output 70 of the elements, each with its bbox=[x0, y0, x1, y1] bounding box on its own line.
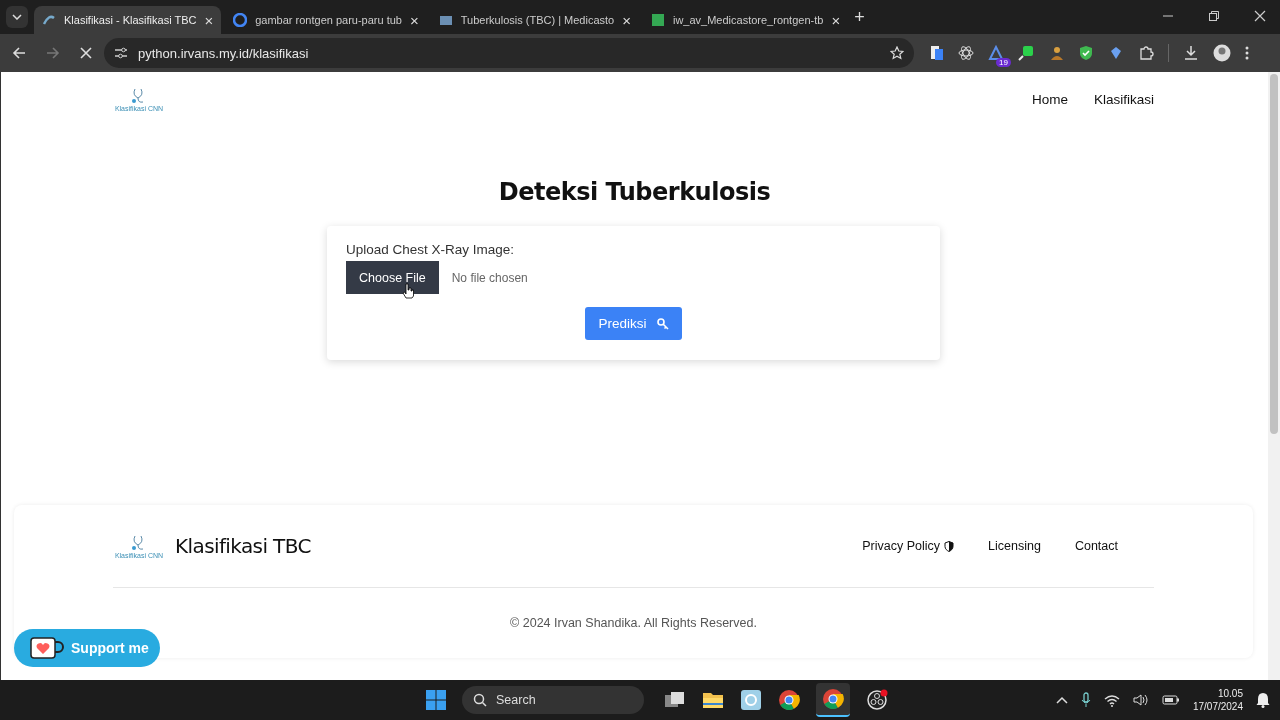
site-settings-icon[interactable] bbox=[114, 47, 128, 59]
menu-icon[interactable] bbox=[1245, 46, 1249, 60]
triangle-icon[interactable] bbox=[988, 45, 1004, 61]
clock-date[interactable]: 17/07/2024 bbox=[1192, 700, 1243, 713]
file-status: No file chosen bbox=[451, 270, 528, 285]
close-tab-button[interactable]: × bbox=[204, 12, 214, 28]
favicon-icon bbox=[233, 13, 248, 27]
shield-check-icon[interactable] bbox=[1078, 45, 1094, 61]
browser-tab[interactable]: gambar rontgen paru-paru tub × bbox=[225, 6, 427, 34]
favicon-icon bbox=[438, 13, 453, 27]
nav-link[interactable]: Klasifikasi bbox=[1093, 91, 1154, 107]
footer-brand: Klasifikasi TBC bbox=[175, 534, 311, 558]
task-view-icon[interactable] bbox=[664, 690, 686, 710]
puzzle-icon[interactable] bbox=[1138, 45, 1154, 61]
close-tab-button[interactable]: × bbox=[831, 12, 841, 28]
browser-tab[interactable]: Tuberkulosis (TBC) | Medicasto × bbox=[430, 6, 639, 34]
hand-cursor-icon bbox=[402, 283, 414, 299]
key-icon bbox=[656, 317, 669, 330]
favicon-icon bbox=[650, 13, 665, 27]
chevron-down-icon bbox=[12, 14, 22, 20]
chrome-icon bbox=[822, 688, 844, 710]
copyright-text: © 2024 Irvan Shandika. All Rights Reserved. bbox=[509, 616, 758, 630]
chevron-up-icon[interactable] bbox=[1055, 696, 1068, 704]
shape-icon[interactable] bbox=[1108, 45, 1124, 61]
battery-icon[interactable] bbox=[1161, 694, 1180, 706]
atom-icon[interactable] bbox=[958, 45, 974, 61]
recorder-icon[interactable] bbox=[866, 689, 888, 711]
page-title: Deteksi Tuberkulosis bbox=[497, 178, 772, 206]
search-icon bbox=[473, 693, 487, 707]
download-icon[interactable] bbox=[1183, 45, 1199, 61]
close-icon[interactable] bbox=[1254, 10, 1266, 22]
bookmark-star-icon[interactable] bbox=[890, 46, 904, 60]
nav-link[interactable]: Home bbox=[1031, 91, 1068, 107]
extension-badge: 19 bbox=[996, 58, 1011, 67]
site-favicon-icon bbox=[42, 13, 56, 27]
browser-tab[interactable]: iw_av_Medicastore_rontgen-tb × bbox=[642, 6, 849, 34]
clock-time[interactable]: 10.05 bbox=[1217, 687, 1243, 700]
upload-label: Upload Chest X-Ray Image: bbox=[346, 242, 516, 257]
microphone-icon[interactable] bbox=[1080, 692, 1091, 708]
active-chrome-taskbar-button[interactable] bbox=[816, 683, 850, 717]
shield-icon bbox=[944, 540, 955, 552]
tab-search-button[interactable] bbox=[6, 6, 28, 28]
taskbar-search-field[interactable]: Search bbox=[462, 686, 644, 714]
new-tab-button[interactable]: + bbox=[854, 7, 865, 28]
volume-icon[interactable] bbox=[1132, 693, 1149, 707]
footer-link[interactable]: Contact bbox=[1074, 539, 1118, 553]
wifi-icon[interactable] bbox=[1103, 693, 1120, 707]
restore-icon[interactable] bbox=[1208, 10, 1220, 22]
app-icon[interactable] bbox=[740, 689, 762, 711]
close-tab-button[interactable]: × bbox=[410, 12, 419, 28]
choose-file-button[interactable]: Choose File bbox=[346, 261, 439, 294]
notification-bell-icon[interactable] bbox=[1256, 692, 1270, 708]
windows-start-icon[interactable] bbox=[426, 690, 446, 710]
back-icon[interactable] bbox=[12, 46, 26, 60]
extension-icon[interactable] bbox=[930, 45, 944, 61]
address-bar[interactable]: python.irvans.my.id/klasifikasi bbox=[104, 38, 914, 68]
coffee-cup-icon bbox=[30, 637, 64, 659]
stop-icon[interactable] bbox=[80, 47, 92, 59]
folder-icon[interactable] bbox=[702, 690, 724, 710]
person-icon[interactable] bbox=[1048, 45, 1064, 61]
profile-avatar-icon[interactable] bbox=[1213, 44, 1231, 62]
footer-link[interactable]: Privacy Policy bbox=[862, 539, 955, 553]
close-tab-button[interactable]: × bbox=[622, 12, 631, 28]
footer-link[interactable]: Licensing bbox=[988, 539, 1041, 553]
magnifier-icon[interactable] bbox=[1018, 45, 1034, 61]
browser-tab[interactable]: Klasifikasi - Klasifikasi TBC × bbox=[34, 6, 222, 34]
chrome-icon[interactable] bbox=[778, 689, 800, 711]
scrollbar-thumb[interactable] bbox=[1270, 74, 1278, 434]
forward-icon[interactable] bbox=[46, 46, 60, 60]
predict-button[interactable]: Prediksi bbox=[585, 307, 682, 340]
